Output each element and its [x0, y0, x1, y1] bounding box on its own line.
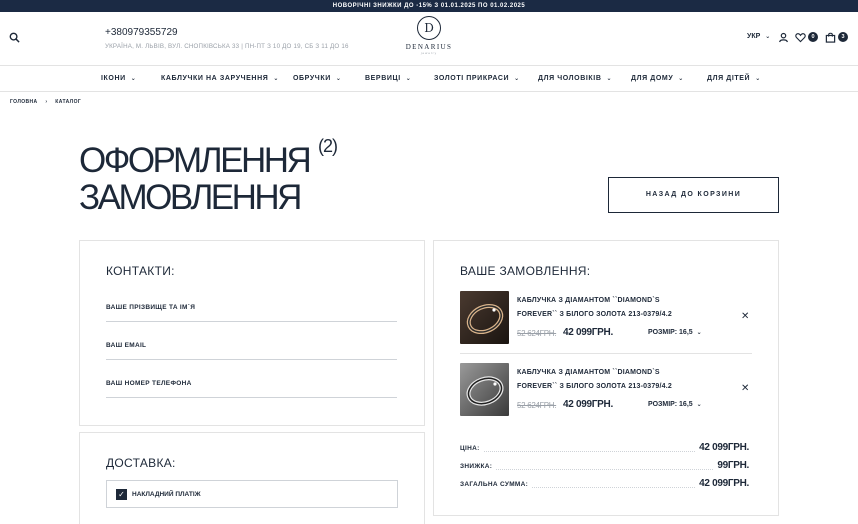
- nav-item-wedding-rings[interactable]: ОБРУЧКИ ⌄: [293, 75, 341, 82]
- nav-item-for-home[interactable]: ДЛЯ ДОМУ ⌄: [631, 75, 684, 82]
- email-field[interactable]: ВАШ EMAIL: [106, 322, 397, 360]
- current-price: 42 099ГРН.: [563, 327, 613, 338]
- option-label: НАКЛАДНИЙ ПЛАТІЖ: [132, 491, 201, 498]
- chevron-down-icon: ⌄: [765, 34, 771, 40]
- product-image[interactable]: [460, 363, 509, 416]
- back-to-cart-button[interactable]: НАЗАД ДО КОРЗИНИ: [608, 177, 779, 213]
- nav-label: ІКОНИ: [101, 75, 126, 82]
- summary-total-row: ЗАГАЛЬНА СУММА: 42 099ГРН.: [460, 478, 749, 490]
- nav-label: КАБЛУЧКИ НА ЗАРУЧЕННЯ: [161, 75, 269, 82]
- cash-on-delivery-option[interactable]: ✓ НАКЛАДНИЙ ПЛАТІЖ: [106, 480, 398, 508]
- nav-item-engagement-rings[interactable]: КАБЛУЧКИ НА ЗАРУЧЕННЯ ⌄: [161, 75, 279, 82]
- summary-price-row: ЦІНА: 42 099ГРН.: [460, 442, 749, 454]
- chevron-down-icon: ⌄: [405, 76, 412, 82]
- cart-item: КАБЛУЧКА З ДІАМАНТОМ ``DIAMOND`S FOREVER…: [460, 363, 752, 426]
- nav-label: ДЛЯ ДІТЕЙ: [707, 75, 751, 82]
- nav-label: ДЛЯ ЧОЛОВІКІВ: [538, 75, 602, 82]
- delivery-title: ДОСТАВКА:: [106, 456, 176, 470]
- phone-link[interactable]: +380979355729: [105, 27, 178, 38]
- summary-value: 99ГРН.: [713, 460, 749, 471]
- close-icon[interactable]: ✕: [741, 311, 749, 322]
- nav-item-gold-jewelry[interactable]: ЗОЛОТІ ПРИКРАСИ ⌄: [434, 75, 520, 82]
- summary-discount-row: ЗНИЖКА: 99ГРН.: [460, 460, 749, 472]
- site-header: +380979355729 УКРАЇНА, М. ЛЬВІВ, ВУЛ. СН…: [0, 12, 858, 66]
- item-count: (2): [318, 136, 338, 156]
- old-price: 52 624ГРН.: [517, 329, 557, 338]
- summary-value: 42 099ГРН.: [695, 442, 749, 453]
- phone-field[interactable]: ВАШ НОМЕР ТЕЛЕФОНА: [106, 360, 397, 398]
- breadcrumb-home[interactable]: ГОЛОВНА: [10, 99, 38, 105]
- current-price: 42 099ГРН.: [563, 399, 613, 410]
- size-select[interactable]: РОЗМІР: 16,5 ⌄: [648, 329, 702, 336]
- order-summary-card: ВАШЕ ЗАМОВЛЕННЯ: КАБЛУЧКА З ДІАМАНТОМ ``…: [433, 240, 779, 516]
- chevron-down-icon: ⌄: [273, 76, 280, 82]
- nav-item-for-kids[interactable]: ДЛЯ ДІТЕЙ ⌄: [707, 75, 761, 82]
- field-label: ВАШ EMAIL: [106, 342, 147, 349]
- nav-item-icons[interactable]: ІКОНИ ⌄: [101, 75, 136, 82]
- nav-item-rosaries[interactable]: ВЕРВИЦІ ⌄: [365, 75, 411, 82]
- nav-label: ЗОЛОТІ ПРИКРАСИ: [434, 75, 510, 82]
- wishlist-count-badge: 0: [808, 32, 818, 42]
- chevron-down-icon: ⌄: [696, 330, 702, 336]
- language-selector[interactable]: УКР ⌄: [747, 33, 770, 40]
- chevron-down-icon: ⌄: [696, 402, 702, 408]
- order-title: ВАШЕ ЗАМОВЛЕННЯ:: [460, 264, 591, 278]
- chevron-down-icon: ⌄: [514, 76, 520, 82]
- product-name[interactable]: КАБЛУЧКА З ДІАМАНТОМ ``DIAMOND`S FOREVER…: [517, 294, 697, 322]
- search-icon[interactable]: [9, 32, 20, 43]
- chevron-down-icon: ⌄: [755, 76, 761, 82]
- product-name[interactable]: КАБЛУЧКА З ДІАМАНТОМ ``DIAMOND`S FOREVER…: [517, 366, 697, 394]
- summary-label: ЗНИЖКА:: [460, 463, 497, 470]
- size-select[interactable]: РОЗМІР: 16,5 ⌄: [648, 401, 702, 408]
- logo-name: DENARIUS: [405, 43, 453, 51]
- shopping-bag-icon[interactable]: [825, 32, 836, 43]
- site-logo[interactable]: D DENARIUS jewelry: [404, 16, 454, 62]
- delivery-card: ДОСТАВКА: ✓ НАКЛАДНИЙ ПЛАТІЖ: [79, 432, 425, 524]
- old-price: 52 624ГРН.: [517, 401, 557, 410]
- chevron-right-icon: ›: [45, 99, 48, 105]
- chevron-down-icon: ⌄: [606, 76, 613, 82]
- contacts-card: КОНТАКТИ: ВАШЕ ПРІЗВИЩЕ ТА ІМ`Я ВАШ EMAI…: [79, 240, 425, 426]
- cart-count-badge: 3: [838, 32, 848, 42]
- nav-label: ВЕРВИЦІ: [365, 75, 401, 82]
- page-title: ОФОРМЛЕННЯ ЗАМОВЛЕННЯ: [79, 141, 312, 217]
- summary-value: 42 099ГРН.: [695, 478, 749, 489]
- size-label: РОЗМІР: 16,5: [648, 401, 693, 408]
- field-label: ВАШ НОМЕР ТЕЛЕФОНА: [106, 380, 192, 387]
- language-label: УКР: [747, 33, 761, 40]
- chevron-down-icon: ⌄: [335, 76, 342, 82]
- heart-icon[interactable]: [795, 32, 806, 43]
- checkbox-checked[interactable]: ✓: [116, 489, 127, 500]
- full-name-field[interactable]: ВАШЕ ПРІЗВИЩЕ ТА ІМ`Я: [106, 284, 397, 322]
- cart-item: КАБЛУЧКА З ДІАМАНТОМ ``DIAMOND`S FOREVER…: [460, 291, 752, 354]
- chevron-down-icon: ⌄: [678, 76, 684, 82]
- store-address: УКРАЇНА, М. ЛЬВІВ, ВУЛ. СНОПКІВСЬКА 33 |…: [105, 43, 349, 50]
- user-icon[interactable]: [778, 32, 789, 43]
- breadcrumb: ГОЛОВНА › КАТАЛОГ: [10, 99, 81, 105]
- nav-label: ДЛЯ ДОМУ: [631, 75, 674, 82]
- breadcrumb-current[interactable]: КАТАЛОГ: [55, 99, 81, 105]
- logo-subtitle: jewelry: [420, 51, 438, 55]
- size-label: РОЗМІР: 16,5: [648, 329, 693, 336]
- nav-item-for-men[interactable]: ДЛЯ ЧОЛОВІКІВ ⌄: [538, 75, 612, 82]
- main-navigation: ІКОНИ ⌄ КАБЛУЧКИ НА ЗАРУЧЕННЯ ⌄ ОБРУЧКИ ⌄ В…: [0, 66, 858, 92]
- product-image[interactable]: [460, 291, 509, 344]
- close-icon[interactable]: ✕: [741, 383, 749, 394]
- nav-label: ОБРУЧКИ: [293, 75, 331, 82]
- chevron-down-icon: ⌄: [130, 76, 137, 82]
- promo-bar: НОВОРІЧНІ ЗНИЖКИ ДО -15% З 01.01.2025 ПО…: [0, 0, 858, 12]
- logo-emblem: D: [417, 16, 441, 40]
- field-label: ВАШЕ ПРІЗВИЩЕ ТА ІМ`Я: [106, 304, 196, 311]
- summary-label: ЗАГАЛЬНА СУММА:: [460, 481, 533, 488]
- summary-label: ЦІНА:: [460, 445, 484, 452]
- contacts-title: КОНТАКТИ:: [106, 264, 175, 278]
